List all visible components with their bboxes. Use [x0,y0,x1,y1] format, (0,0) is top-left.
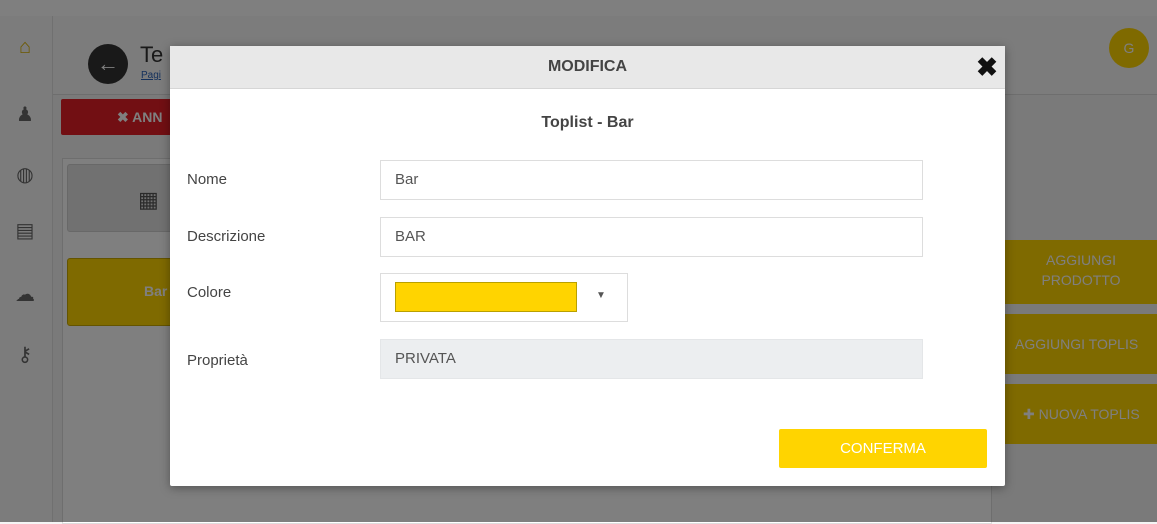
modal-header: MODIFICA ✖ [170,46,1005,89]
nome-label: Nome [187,171,228,188]
colore-label: Colore [187,284,232,301]
close-button[interactable]: ✖ [974,54,1000,80]
proprieta-field: PRIVATA [380,339,923,379]
proprieta-label: Proprietà [187,352,248,369]
modal-title: MODIFICA [547,58,628,75]
caret-down-icon: ▼ [596,290,606,301]
modal-subtitle: Toplist - Bar [541,114,634,131]
color-swatch [395,282,577,312]
edit-modal: MODIFICA ✖ Toplist - Bar Nome Bar Descri… [170,46,1005,486]
nome-field[interactable]: Bar [380,160,923,200]
descrizione-label: Descrizione [187,228,266,245]
confirm-button[interactable]: CONFERMA [779,429,987,468]
descrizione-field[interactable]: BAR [380,217,923,257]
close-icon: ✖ [976,52,998,82]
color-select[interactable]: ▼ [380,273,628,322]
